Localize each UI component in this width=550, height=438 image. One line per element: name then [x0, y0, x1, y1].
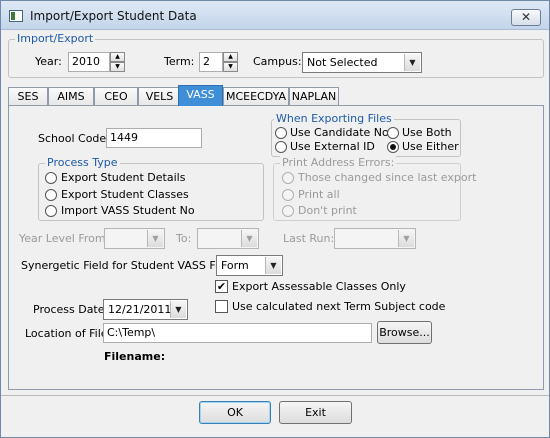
term-input[interactable]: 2 [199, 52, 223, 72]
export-student-details-label[interactable]: Export Student Details [61, 171, 185, 185]
chevron-down-icon[interactable]: ▼ [147, 230, 163, 247]
process-date-label: Process Date: [33, 303, 109, 316]
app-icon [9, 10, 23, 22]
chevron-down-icon[interactable]: ▼ [398, 230, 414, 247]
print-all-radio[interactable] [282, 189, 294, 201]
when-exporting-title: When Exporting Files [274, 112, 394, 126]
browse-button[interactable]: Browse... [377, 321, 432, 344]
campus-select[interactable]: Not Selected ▼ [302, 52, 422, 73]
year-spinner[interactable]: ▲ ▼ [110, 52, 125, 72]
import-vass-student-no-radio[interactable] [45, 205, 57, 217]
filename-label: Filename: [104, 350, 166, 363]
school-code-label: School Code: [38, 132, 110, 145]
campus-label: Campus: [253, 55, 302, 68]
use-candidate-no-label[interactable]: Use Candidate No [290, 126, 389, 140]
campus-value: Not Selected [307, 56, 378, 69]
window-title: Import/Export Student Data [30, 9, 197, 23]
synergetic-field-select[interactable]: Form ▼ [216, 255, 283, 276]
spin-down-icon[interactable]: ▼ [223, 62, 238, 72]
year-level-from-label: Year Level From: [19, 232, 110, 245]
chevron-down-icon[interactable]: ▼ [265, 257, 281, 274]
use-candidate-no-radio[interactable] [275, 127, 287, 139]
footer-divider [1, 395, 549, 396]
title-bar[interactable]: Import/Export Student Data ✕ [1, 1, 549, 30]
chevron-down-icon[interactable]: ▼ [404, 54, 420, 71]
tab-vass[interactable]: VASS [178, 85, 223, 106]
export-student-details-radio[interactable] [45, 172, 57, 184]
last-run-label: Last Run: [283, 232, 335, 245]
year-input[interactable]: 2010 [68, 52, 110, 72]
tab-ses[interactable]: SES [8, 87, 48, 106]
use-either-radio[interactable] [387, 141, 399, 153]
dont-print-radio[interactable] [282, 205, 294, 217]
last-run-select[interactable]: ▼ [334, 228, 416, 249]
year-level-to-select[interactable]: ▼ [197, 228, 259, 249]
those-changed-label[interactable]: Those changed since last export [298, 171, 476, 185]
year-level-from-select[interactable]: ▼ [104, 228, 165, 249]
spin-up-icon[interactable]: ▲ [110, 52, 125, 62]
process-type-title: Process Type [45, 156, 120, 170]
exit-button[interactable]: Exit [279, 401, 352, 424]
tab-vels[interactable]: VELS [138, 87, 181, 106]
export-assessable-label[interactable]: Export Assessable Classes Only [232, 280, 406, 294]
dialog-window: Import/Export Student Data ✕ Import/Expo… [0, 0, 550, 438]
use-both-label[interactable]: Use Both [402, 126, 452, 140]
synergetic-field-value: Form [221, 259, 249, 272]
chevron-down-icon[interactable]: ▼ [241, 230, 257, 247]
tab-mceecdya[interactable]: MCEECDYA [223, 87, 289, 106]
use-external-id-radio[interactable] [275, 141, 287, 153]
tab-aims[interactable]: AIMS [48, 87, 94, 106]
chevron-down-icon[interactable]: ▼ [170, 301, 186, 318]
export-student-classes-label[interactable]: Export Student Classes [61, 188, 189, 202]
import-vass-student-no-label[interactable]: Import VASS Student No [61, 204, 195, 218]
tab-strip: SES AIMS CEO VELS VASS MCEECDYA NAPLAN [8, 85, 544, 106]
term-label: Term: [164, 55, 195, 68]
import-export-group-title: Import/Export [15, 32, 96, 46]
use-calculated-checkbox[interactable] [215, 300, 228, 313]
print-address-errors-title: Print Address Errors: [280, 156, 397, 170]
location-of-file-label: Location of File: [25, 327, 112, 340]
close-button[interactable]: ✕ [511, 9, 541, 26]
those-changed-radio[interactable] [282, 172, 294, 184]
export-assessable-checkbox[interactable]: ✔ [215, 280, 228, 293]
tab-naplan[interactable]: NAPLAN [289, 87, 339, 106]
year-label: Year: [35, 55, 62, 68]
use-either-label[interactable]: Use Either [402, 140, 459, 154]
process-date-picker[interactable]: 12/21/2011 ▼ [103, 299, 188, 320]
process-date-value: 12/21/2011 [108, 303, 172, 316]
term-spinner[interactable]: ▲ ▼ [223, 52, 238, 72]
ok-button[interactable]: OK [199, 401, 271, 424]
print-all-label[interactable]: Print all [298, 188, 340, 202]
use-calculated-label[interactable]: Use calculated next Term Subject code [232, 300, 445, 314]
use-external-id-label[interactable]: Use External ID [290, 140, 375, 154]
export-student-classes-radio[interactable] [45, 189, 57, 201]
spin-up-icon[interactable]: ▲ [223, 52, 238, 62]
use-both-radio[interactable] [387, 127, 399, 139]
synergetic-field-label: Synergetic Field for Student VASS Form: [21, 259, 241, 272]
school-code-input[interactable]: 1449 [106, 128, 202, 148]
to-label: To: [176, 232, 192, 245]
dont-print-label[interactable]: Don't print [298, 204, 357, 218]
spin-down-icon[interactable]: ▼ [110, 62, 125, 72]
tab-ceo[interactable]: CEO [94, 87, 138, 106]
location-of-file-input[interactable]: C:\Temp\ [103, 323, 372, 343]
